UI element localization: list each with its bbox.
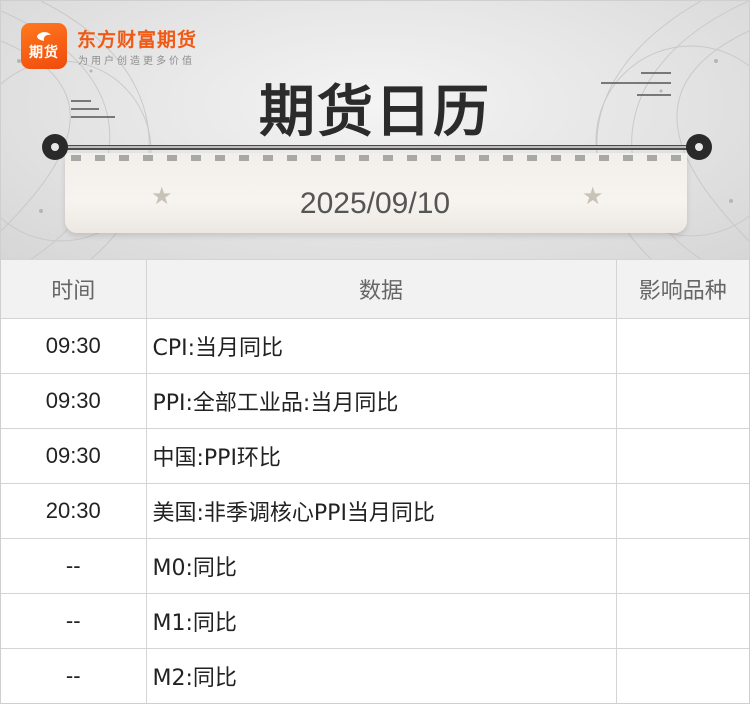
data-cell: PPI:全部工业品:当月同比 [145,373,617,429]
calendar-card: 期货 东方财富期货 为用户创造更多价值 期货日历 ★ ★ 2025/09/10 … [0,0,750,704]
column-header-data: 数据 [145,259,617,319]
table-row: 09:30 CPI:当月同比 [1,318,749,374]
time-cell: 09:30 [1,373,147,429]
swirl-icon [37,32,51,41]
table-row: 09:30 PPI:全部工业品:当月同比 [1,373,749,429]
affected-cell [615,538,749,594]
table-row: -- M0:同比 [1,538,749,594]
time-cell: -- [1,648,147,703]
calendar-header: 期货 东方财富期货 为用户创造更多价值 期货日历 ★ ★ 2025/09/10 [1,1,749,259]
data-cell: 中国:PPI环比 [145,428,617,484]
table-row: 20:30 美国:非季调核心PPI当月同比 [1,483,749,539]
brand-name: 东方财富期货 [77,29,198,51]
data-cell: M1:同比 [145,593,617,649]
data-cell: 美国:非季调核心PPI当月同比 [145,483,617,539]
data-cell: M0:同比 [145,538,617,594]
time-cell: 20:30 [1,483,147,539]
column-header-time: 时间 [1,259,147,319]
calendar-date: 2025/09/10 [299,187,451,220]
brand-logo: 期货 [21,23,67,69]
page-title: 期货日历 [259,79,491,145]
affected-cell [615,373,749,429]
time-cell: -- [1,593,147,649]
table-header-row: 时间 数据 影响品种 [1,259,749,319]
time-cell: 09:30 [1,428,147,484]
table-row: 09:30 中国:PPI环比 [1,428,749,484]
logo-label: 期货 [29,45,59,61]
affected-cell [615,318,749,374]
affected-cell [615,593,749,649]
rail-knob-left [42,134,68,160]
affected-cell [615,428,749,484]
time-cell: 09:30 [1,318,147,374]
table-row: -- M2:同比 [1,648,749,703]
calendar-table: 时间 数据 影响品种 09:30 CPI:当月同比 09:30 PPI:全部工业… [1,259,749,703]
table-row: -- M1:同比 [1,593,749,649]
calendar-rail-highlight [55,146,699,148]
brand-slogan: 为用户创造更多价值 [78,56,195,67]
affected-cell [615,483,749,539]
rail-knob-right [686,134,712,160]
column-header-affected: 影响品种 [615,259,749,319]
time-cell: -- [1,538,147,594]
paper-perforation [71,155,681,161]
affected-cell [615,648,749,703]
data-cell: M2:同比 [145,648,617,703]
data-cell: CPI:当月同比 [145,318,617,374]
